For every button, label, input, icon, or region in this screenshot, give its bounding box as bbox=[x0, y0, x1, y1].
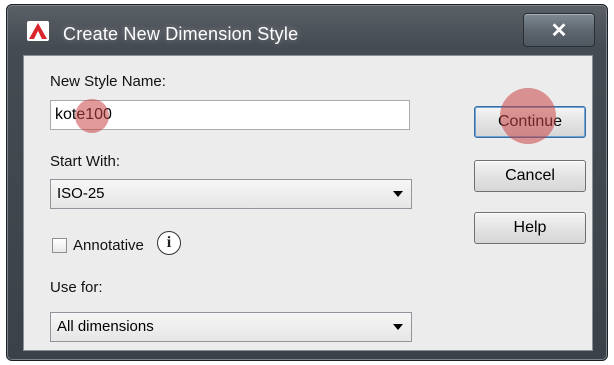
window-title: Create New Dimension Style bbox=[63, 24, 299, 44]
info-icon[interactable]: i bbox=[157, 231, 181, 255]
close-button[interactable]: ✕ bbox=[523, 13, 595, 47]
use-for-label: Use for: bbox=[50, 279, 103, 296]
start-with-dropdown[interactable]: ISO-25 bbox=[50, 179, 412, 209]
dialog-content: New Style Name: kote100 Start With: ISO-… bbox=[23, 55, 593, 351]
use-for-dropdown[interactable]: All dimensions bbox=[50, 312, 412, 342]
chevron-down-icon bbox=[393, 324, 403, 330]
annotative-label: Annotative bbox=[73, 237, 144, 254]
cancel-button[interactable]: Cancel bbox=[474, 160, 586, 192]
title-bar[interactable]: Create New Dimension Style ✕ bbox=[15, 11, 601, 51]
close-icon: ✕ bbox=[550, 19, 568, 42]
annotative-checkbox[interactable] bbox=[52, 238, 67, 253]
use-for-value: All dimensions bbox=[57, 318, 154, 335]
new-style-name-label: New Style Name: bbox=[50, 73, 166, 90]
click-marker bbox=[500, 88, 556, 144]
start-with-value: ISO-25 bbox=[57, 185, 105, 202]
help-button[interactable]: Help bbox=[474, 212, 586, 244]
start-with-label: Start With: bbox=[50, 153, 121, 170]
dialog-window: Create New Dimension Style ✕ New Style N… bbox=[6, 4, 608, 361]
autocad-icon bbox=[27, 21, 49, 41]
click-marker bbox=[75, 99, 109, 133]
chevron-down-icon bbox=[393, 191, 403, 197]
